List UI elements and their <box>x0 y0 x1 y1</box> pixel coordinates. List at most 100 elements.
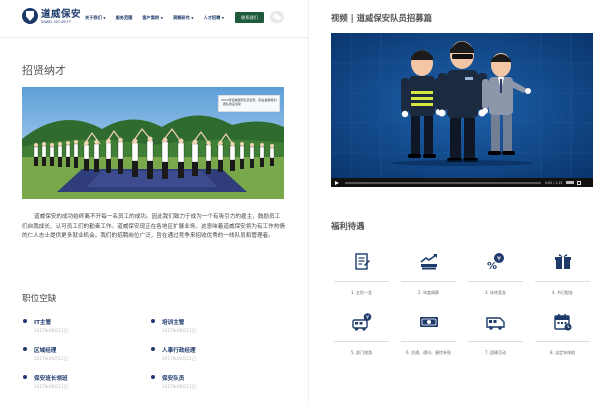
chevron-down-icon: ▼ <box>160 16 163 20</box>
svg-text:¥: ¥ <box>497 255 501 263</box>
svg-text:¥: ¥ <box>366 315 369 321</box>
banknote-icon <box>420 317 438 327</box>
welfare-item: ¥ % 3. 年终奖金 <box>465 246 526 306</box>
wechat-icon[interactable] <box>270 11 284 23</box>
main-nav: 关于我们 ▼ 服务范围 客户案例 ▼ 洞察研究 ▼ 人才招聘 ▼ <box>85 15 234 21</box>
job-item[interactable]: 区域经理 2017年09月12日 <box>22 344 132 364</box>
job-date: 2017年09月12日 <box>162 328 196 333</box>
van-icon <box>486 317 505 330</box>
logo-name: 道威保安 <box>41 8 82 20</box>
bullet-icon <box>151 319 155 323</box>
volume-icon[interactable] <box>566 181 575 184</box>
chevron-down-icon: ▼ <box>191 16 194 20</box>
job-title: 培训主管 <box>162 320 185 326</box>
bullet-icon <box>151 375 155 379</box>
job-item[interactable]: IT主管 2017年09月12日 <box>22 316 132 336</box>
nav-item-cases[interactable]: 客户案例 ▼ <box>142 15 163 21</box>
logo-subtitle: DAWEI SECURITY <box>41 19 71 24</box>
nav-label: 人才招聘 <box>203 15 221 20</box>
nav-item-about[interactable]: 关于我们 ▼ <box>85 15 106 21</box>
welfare-item: 6. 交通、通讯、餐饮补贴 <box>398 306 459 366</box>
job-title: IT主管 <box>34 320 52 326</box>
document-icon <box>355 253 370 270</box>
job-date: 2017年09月12日 <box>34 384 68 389</box>
gift-box-icon <box>555 254 571 269</box>
nav-item-careers[interactable]: 人才招聘 ▼ <box>204 15 225 21</box>
video-timecode: 0:00 / 1:15 <box>545 180 563 185</box>
page: 道威保安 DAWEI SECURITY 关于我们 ▼ 服务范围 客户案例 ▼ 洞察研… <box>0 0 616 405</box>
welfare-item: ¥ 5. 部门旅游 <box>331 306 392 366</box>
right-column: 视频 | 道威保安队员招募篇 0:00 / 1:15 福利待遇 1. 五险一金 … <box>308 0 616 405</box>
divider <box>334 281 389 282</box>
video-controls: 0:00 / 1:15 <box>331 178 593 187</box>
nav-label: 洞察研究 <box>172 15 190 20</box>
welfare-item: 8. 法定年休假 <box>532 306 593 366</box>
welfare-label: 8. 法定年休假 <box>549 350 576 355</box>
job-date: 2017年09月12日 <box>162 384 196 389</box>
job-date: 2017年09月12日 <box>34 328 68 333</box>
job-title: 人事行政经理 <box>162 348 196 354</box>
divider <box>401 341 456 342</box>
progress-bar[interactable] <box>345 181 541 184</box>
job-item[interactable]: 保安队员 2017年09月12日 <box>150 372 260 392</box>
calendar-icon <box>554 314 572 331</box>
logo[interactable]: 道威保安 DAWEI SECURITY <box>22 8 81 24</box>
divider <box>401 281 456 282</box>
top-navigation: 道威保安 DAWEI SECURITY 关于我们 ▼ 服务范围 客户案例 ▼ 洞察研… <box>0 0 308 38</box>
nav-label: 服务范围 <box>115 15 133 20</box>
divider <box>535 281 590 282</box>
bullet-icon <box>151 347 155 351</box>
play-icon[interactable] <box>335 180 339 185</box>
video-player[interactable]: 0:00 / 1:15 <box>331 33 593 187</box>
job-title: 区域经理 <box>34 348 57 354</box>
video-frame-illustration <box>331 33 593 178</box>
recruit-intro: 道威保安的成功始终离不开每一名员工的成功。因此我们致力于成为一个有吸引力的雇主，… <box>22 214 285 240</box>
nav-label: 关于我们 <box>85 15 102 20</box>
contact-us-button[interactable]: 联系我们 <box>235 12 264 23</box>
bullet-icon <box>23 347 27 351</box>
welfare-item: 1. 五险一金 <box>331 246 392 306</box>
welfare-label: 4. 节日慰金 <box>551 290 574 295</box>
photo-caption: 2019年道威保安队员合影 · 职业发展培训 · 团队建设活动 <box>218 95 280 112</box>
chevron-down-icon: ▼ <box>221 16 225 20</box>
fullscreen-icon[interactable] <box>577 180 582 185</box>
job-title: 保安班长领班 <box>34 376 68 382</box>
welfare-label: 7. 团建活动 <box>484 350 507 355</box>
divider <box>535 341 590 342</box>
job-item[interactable]: 人事行政经理 2017年09月12日 <box>150 344 260 364</box>
welfare-section-title: 福利待遇 <box>331 221 365 231</box>
divider <box>334 341 389 342</box>
nav-label: 客户案例 <box>142 15 160 20</box>
job-title: 保安队员 <box>162 376 185 382</box>
yuan-percent-icon: ¥ % <box>487 253 504 272</box>
rising-chart-icon <box>420 254 437 270</box>
shield-logo-icon <box>22 8 38 24</box>
welfare-item: 4. 节日慰金 <box>532 246 593 306</box>
job-date: 2017年09月12日 <box>162 356 196 361</box>
welfare-label: 3. 年终奖金 <box>484 290 507 295</box>
bullet-icon <box>23 375 27 379</box>
welfare-grid: 1. 五险一金 2. 年度调薪 ¥ % 3. 年终奖金 4. 节日慰金 ¥ 5.… <box>331 246 593 366</box>
logo-text: 道威保安 DAWEI SECURITY <box>41 9 81 24</box>
left-column: 道威保安 DAWEI SECURITY 关于我们 ▼ 服务范围 客户案例 ▼ 洞察研… <box>0 0 308 405</box>
divider <box>468 281 523 282</box>
page-title: 招贤纳才 <box>22 64 66 77</box>
job-item[interactable]: 保安班长领班 2017年09月12日 <box>22 372 132 392</box>
welfare-label: 5. 部门旅游 <box>350 350 373 355</box>
nav-item-services[interactable]: 服务范围 <box>116 15 133 21</box>
welfare-item: 2. 年度调薪 <box>398 246 459 306</box>
nav-item-insights[interactable]: 洞察研究 ▼ <box>173 15 194 21</box>
welfare-item: 7. 团建活动 <box>465 306 526 366</box>
job-item[interactable]: 培训主管 2017年09月12日 <box>150 316 260 336</box>
welfare-label: 1. 五险一金 <box>350 290 373 295</box>
chevron-down-icon: ▼ <box>103 16 106 20</box>
bullet-icon <box>23 319 27 323</box>
jobs-section-title: 职位空缺 <box>22 294 57 304</box>
svg-text:%: % <box>487 261 497 272</box>
group-photo: 2019年道威保安队员合影 · 职业发展培训 · 团队建设活动 <box>22 87 284 199</box>
divider <box>468 341 523 342</box>
bus-yuan-icon: ¥ <box>352 313 372 331</box>
job-date: 2017年09月12日 <box>34 356 68 361</box>
welfare-label: 6. 交通、通讯、餐饮补贴 <box>405 350 452 355</box>
video-title: 视频 | 道威保安队员招募篇 <box>331 13 433 23</box>
